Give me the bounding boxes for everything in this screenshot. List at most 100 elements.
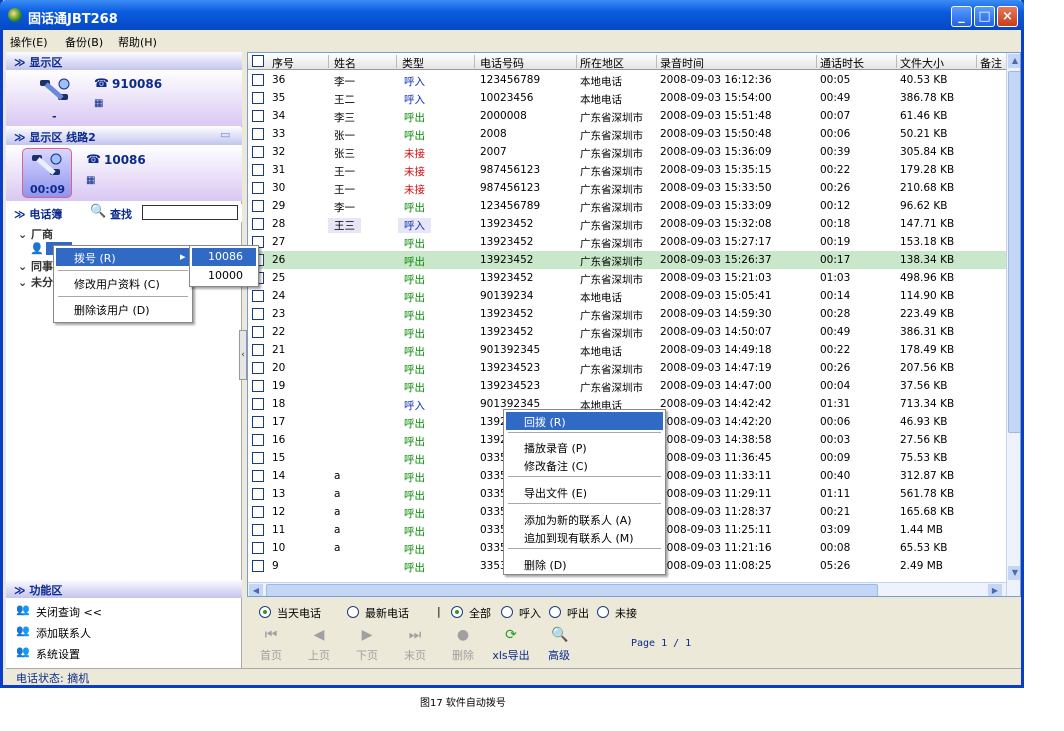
select-all-checkbox[interactable] [252,55,264,67]
menu-help[interactable]: 帮助(H) [118,34,157,50]
row-checkbox[interactable] [252,326,264,338]
submenu-10086[interactable]: 10086 [192,248,256,266]
horizontal-scrollbar[interactable]: ◀ ▶ [248,582,1006,596]
row-checkbox[interactable] [252,506,264,518]
menu-append-contact[interactable]: 追加到现有联系人 (M) [506,528,663,546]
row-checkbox[interactable] [252,308,264,320]
last-page-button[interactable]: ⏭ 末页 [395,627,435,665]
table-row[interactable]: 26 呼出 13923452 广东省深圳市 2008-09-03 15:26:37 00:… [248,251,1006,269]
menu-delete-user[interactable]: 删除该用户 (D) [56,300,190,318]
row-checkbox[interactable] [252,182,264,194]
radio-outgoing[interactable] [549,606,561,618]
row-checkbox[interactable] [252,488,264,500]
table-row[interactable]: 33 张一 呼出 2008 广东省深圳市 2008-09-03 15:50:48 00:06… [248,125,1006,143]
first-page-button[interactable]: ⏮ 首页 [251,627,291,665]
table-row[interactable]: 31 王一 未接 987456123 广东省深圳市 2008-09-03 15:35:15… [248,161,1006,179]
advanced-button[interactable]: 🔍 高级 [539,627,579,665]
table-row[interactable]: 24 呼出 90139234 本地电话 2008-09-03 15:05:41 00:14… [248,287,1006,305]
menu-play[interactable]: 播放录音 (P) [506,438,663,456]
close-button[interactable]: × [997,6,1018,27]
table-row[interactable]: 34 李三 呼出 2000008 广东省深圳市 2008-09-03 15:51:48 00… [248,107,1006,125]
menu-edit-user[interactable]: 修改用户资料 (C) [56,274,190,292]
table-row[interactable]: 25 呼出 13923452 广东省深圳市 2008-09-03 15:21:03 01:… [248,269,1006,287]
menu-add-new-contact[interactable]: 添加为新的联系人 (A) [506,510,663,528]
row-checkbox[interactable] [252,164,264,176]
table-row[interactable]: 20 呼出 139234523 广东省深圳市 2008-09-03 14:47:19 00… [248,359,1006,377]
xls-export-button[interactable]: ⟳ xls导出 [491,627,531,665]
minimize-button[interactable]: _ [951,6,972,27]
scroll-down-icon[interactable]: ▼ [1008,566,1020,580]
row-checkbox[interactable] [252,560,264,572]
row-checkbox[interactable] [252,434,264,446]
row-checkbox[interactable] [252,380,264,392]
close-query-item[interactable]: 👥 关闭查询 << [16,602,136,620]
table-row[interactable]: 28 王三 呼入 13923452 广东省深圳市 2008-09-03 15:32:08 0… [248,215,1006,233]
row-checkbox[interactable] [252,452,264,464]
row-checkbox[interactable] [252,128,264,140]
hscroll-thumb[interactable] [266,584,878,596]
scroll-up-icon[interactable]: ▲ [1008,54,1020,68]
prev-page-button[interactable]: ◀ 上页 [299,627,339,665]
menu-export[interactable]: 导出文件 (E) [506,483,663,501]
table-row[interactable]: 22 呼出 13923452 广东省深圳市 2008-09-03 14:50:07 00:… [248,323,1006,341]
menu-operate[interactable]: 操作(E) [10,34,48,50]
vertical-scrollbar[interactable]: ▲ ▼ [1006,53,1020,596]
table-row[interactable]: 30 王一 未接 987456123 广东省深圳市 2008-09-03 15:33:50… [248,179,1006,197]
radio-today[interactable] [259,606,271,618]
row-checkbox[interactable] [252,218,264,230]
col-seq[interactable]: 序号 [272,55,294,71]
table-row[interactable]: 19 呼出 139234523 广东省深圳市 2008-09-03 14:47:00 00… [248,377,1006,395]
table-row[interactable]: 35 王二 呼入 10023456 本地电话 2008-09-03 15:54:00 00:… [248,89,1006,107]
menu-callback[interactable]: 回拨 (R) [506,412,663,430]
group-colleague[interactable]: ⌄ 同事 [18,258,53,274]
row-checkbox[interactable] [252,146,264,158]
col-duration[interactable]: 通话时长 [820,55,864,71]
table-row[interactable]: 27 呼出 13923452 广东省深圳市 2008-09-03 15:27:17 00:… [248,233,1006,251]
row-checkbox[interactable] [252,416,264,428]
group-vendor[interactable]: ⌄ 厂商 [18,226,53,242]
radio-missed[interactable] [597,606,609,618]
col-remark[interactable]: 备注 [980,55,1002,71]
row-checkbox[interactable] [252,542,264,554]
search-input[interactable] [142,205,238,220]
table-row[interactable]: 21 呼出 901392345 本地电话 2008-09-03 14:49:18 00:2… [248,341,1006,359]
add-contact-item[interactable]: 👥 添加联系人 [16,623,136,641]
row-checkbox[interactable] [252,200,264,212]
group-unassigned[interactable]: ⌄ 未分 [18,274,53,290]
next-page-button[interactable]: ▶ 下页 [347,627,387,665]
system-settings-item[interactable]: 👥 系统设置 [16,644,136,662]
row-checkbox[interactable] [252,524,264,536]
table-row[interactable]: 36 李一 呼入 123456789 本地电话 2008-09-03 16:12:36 00… [248,71,1006,89]
menu-edit-remark[interactable]: 修改备注 (C) [506,456,663,474]
row-checkbox[interactable] [252,362,264,374]
note-icon[interactable]: ▭ [220,128,230,141]
col-name[interactable]: 姓名 [334,55,356,71]
table-row[interactable]: 29 李一 呼出 123456789 广东省深圳市 2008-09-03 15:33:09… [248,197,1006,215]
col-filesize[interactable]: 文件大小 [900,55,944,71]
col-record-time[interactable]: 录音时间 [660,55,704,71]
delete-button[interactable]: ● 删除 [443,627,483,665]
row-checkbox[interactable] [252,74,264,86]
submenu-10000[interactable]: 10000 [192,267,256,285]
table-row[interactable]: 23 呼出 13923452 广东省深圳市 2008-09-03 14:59:30 00:… [248,305,1006,323]
radio-latest[interactable] [347,606,359,618]
radio-all[interactable] [451,606,463,618]
menu-dial[interactable]: 拨号 (R) ▸ [56,248,190,266]
row-checkbox[interactable] [252,110,264,122]
radio-incoming[interactable] [501,606,513,618]
table-row[interactable]: 32 张三 未接 2007 广东省深圳市 2008-09-03 15:36:09 00:39… [248,143,1006,161]
row-checkbox[interactable] [252,470,264,482]
row-checkbox[interactable] [252,92,264,104]
maximize-button[interactable]: □ [974,6,995,27]
scroll-right-icon[interactable]: ▶ [988,584,1002,596]
splitter-handle[interactable]: ‹ [239,330,247,380]
col-phone[interactable]: 电话号码 [480,55,524,71]
menu-delete[interactable]: 删除 (D) [506,555,663,573]
scroll-thumb[interactable] [1008,71,1020,433]
row-checkbox[interactable] [252,398,264,410]
col-region[interactable]: 所在地区 [580,55,624,71]
row-checkbox[interactable] [252,344,264,356]
menu-backup[interactable]: 备份(B) [65,34,103,50]
scroll-left-icon[interactable]: ◀ [249,584,263,596]
row-checkbox[interactable] [252,290,264,302]
